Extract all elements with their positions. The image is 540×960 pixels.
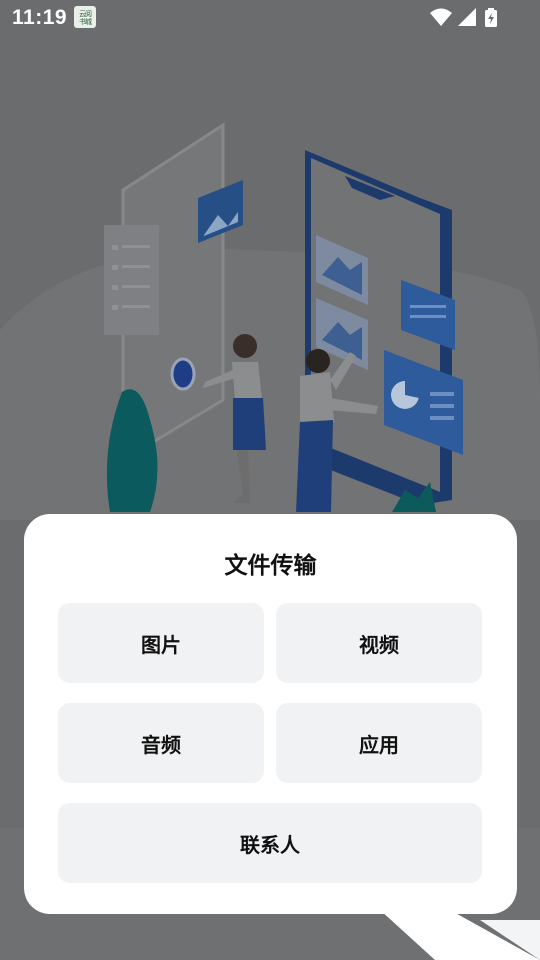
corner-shape xyxy=(380,910,540,960)
status-time: 11:19 xyxy=(12,6,68,29)
option-apps-button[interactable]: 应用 xyxy=(276,703,482,783)
status-bar: 11:19 云 阅 书 城 xyxy=(0,0,540,36)
option-pictures-button[interactable]: 图片 xyxy=(58,603,264,683)
battery-charging-icon xyxy=(485,8,497,27)
notification-app-icon: 云 阅 书 城 xyxy=(74,6,96,28)
option-contacts-button[interactable]: 联系人 xyxy=(58,803,482,883)
status-icons xyxy=(430,7,500,29)
signal-icon xyxy=(458,8,476,26)
dialog-title: 文件传输 xyxy=(224,553,317,579)
svg-text:阅: 阅 xyxy=(85,10,92,18)
file-transfer-dialog: 文件传输 图片 视频 音频 应用 联系人 xyxy=(24,514,517,914)
svg-text:城: 城 xyxy=(85,18,92,26)
option-audio-button[interactable]: 音频 xyxy=(58,703,264,783)
wifi-icon xyxy=(430,8,452,26)
option-videos-button[interactable]: 视频 xyxy=(276,603,482,683)
